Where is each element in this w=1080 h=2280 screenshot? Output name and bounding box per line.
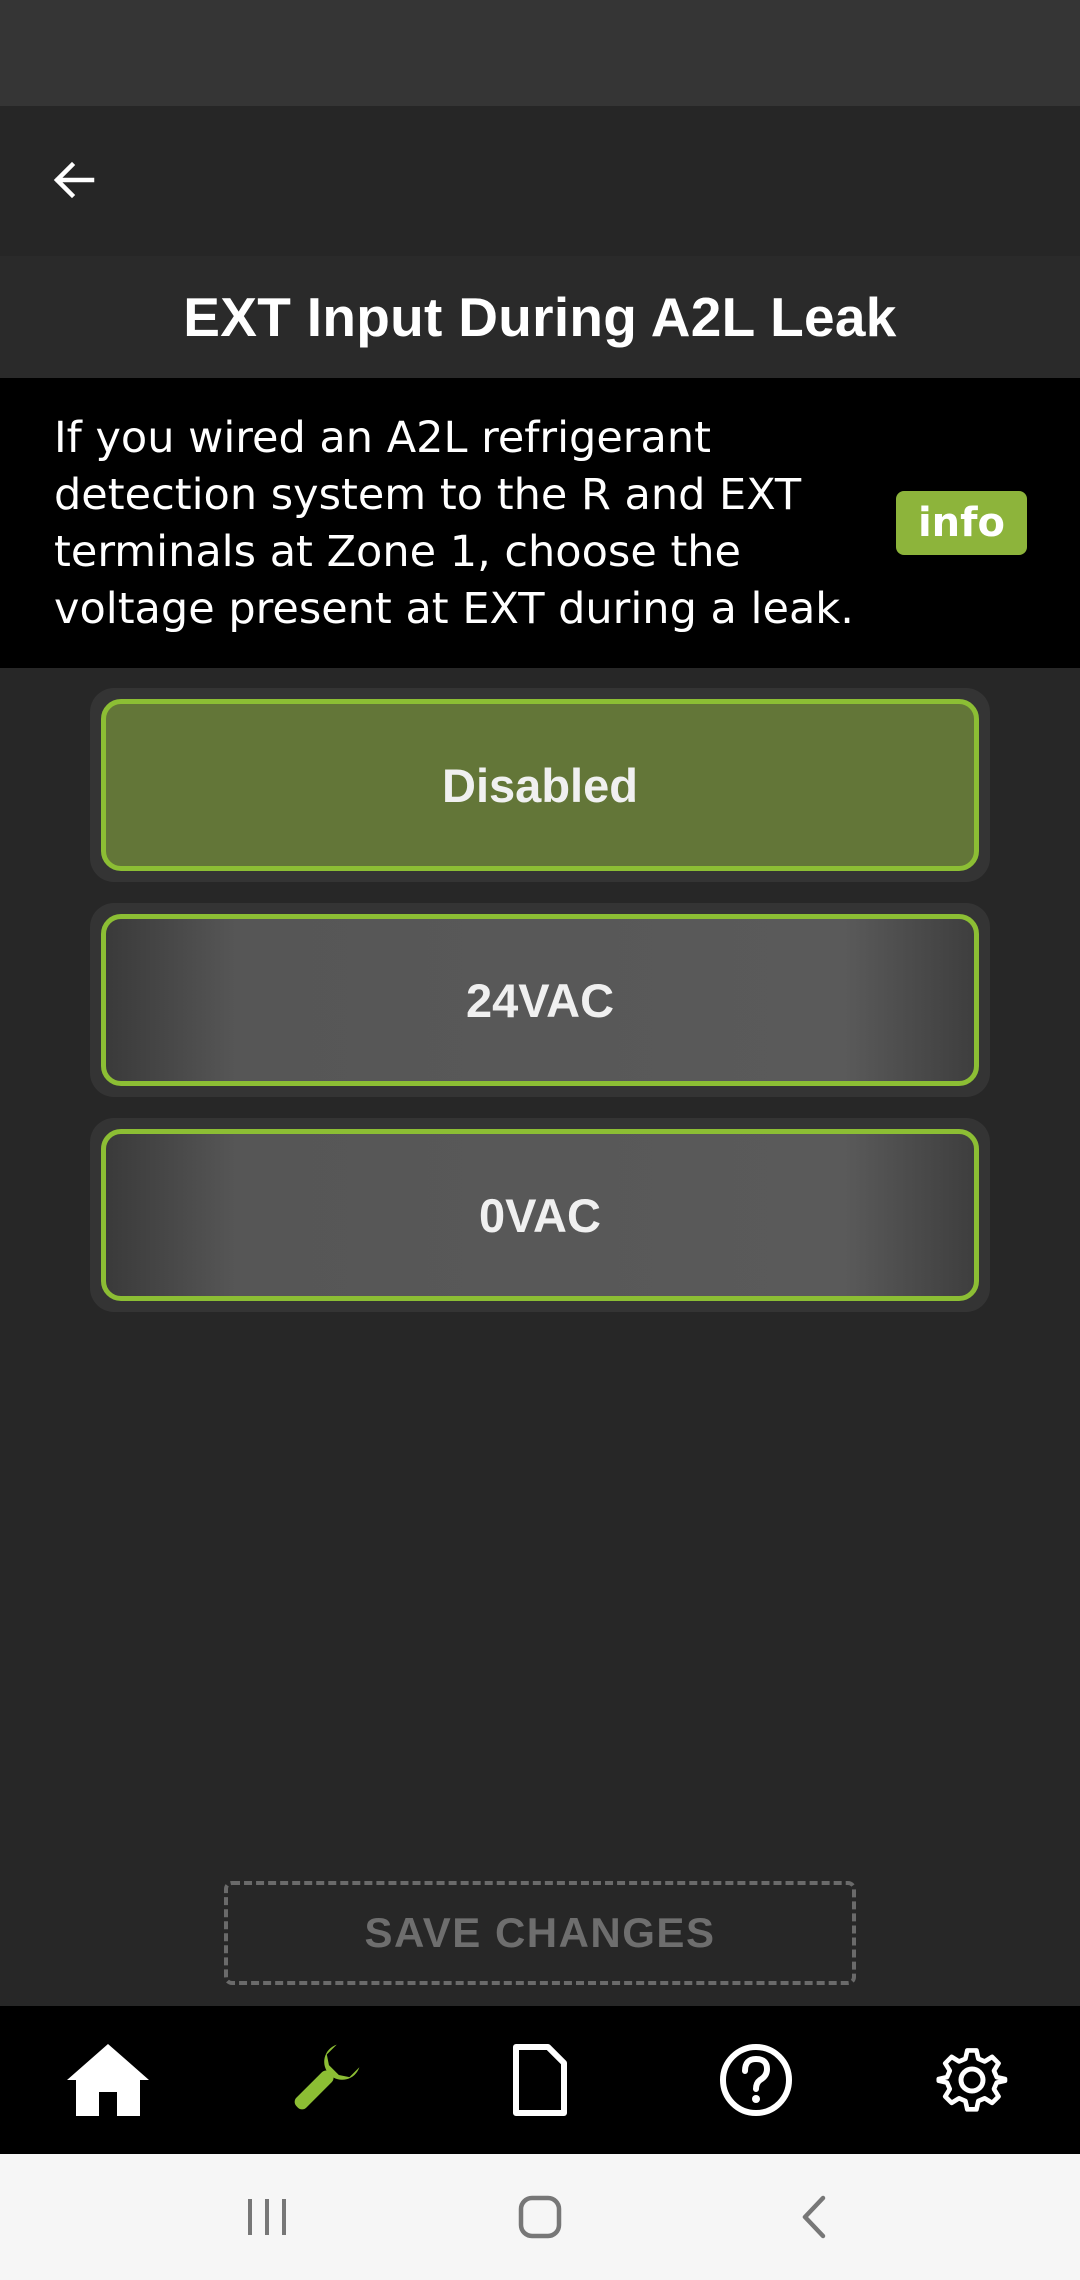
nav-documents[interactable] [465,2006,615,2154]
home-circle-icon [518,2195,562,2239]
description-line: voltage present at EXT during a leak. [54,584,854,634]
system-home-button[interactable] [480,2167,600,2267]
bottom-nav [0,2006,1080,2154]
nav-settings[interactable] [897,2006,1047,2154]
status-bar [0,0,1080,106]
save-changes-button[interactable]: SAVE CHANGES [224,1881,856,1985]
nav-help[interactable] [681,2006,831,2154]
recents-icon [247,2199,286,2235]
description-text: If you wired an A2L refrigerant detectio… [54,410,874,638]
option-24vac-button[interactable]: 24VAC [101,914,979,1086]
description-line: detection system to the R and EXT [54,470,802,520]
home-icon [67,2044,149,2116]
description-line: terminals at Zone 1, choose the [54,527,742,577]
nav-tools[interactable] [249,2006,399,2154]
page-title: EXT Input During A2L Leak [183,286,897,348]
arrow-left-icon [53,161,95,199]
back-chevron-icon [803,2195,826,2239]
option-disabled-button[interactable]: Disabled [101,699,979,871]
back-button[interactable] [36,142,112,218]
info-button[interactable]: info [896,491,1027,555]
system-recents-button[interactable] [207,2167,327,2267]
help-icon [720,2044,792,2116]
nav-home[interactable] [33,2006,183,2154]
option-disabled-wrapper: Disabled [90,688,990,882]
description-line: If you wired an A2L refrigerant [54,413,711,463]
document-icon [513,2044,567,2116]
option-24vac-wrapper: 24VAC [90,903,990,1097]
wrench-icon [294,2044,360,2110]
title-bar: EXT Input During A2L Leak [0,256,1080,378]
option-0vac-wrapper: 0VAC [90,1118,990,1312]
system-back-button[interactable] [753,2167,873,2267]
gear-icon [936,2048,1008,2112]
system-nav-bar [0,2154,1080,2280]
description-panel: If you wired an A2L refrigerant detectio… [0,378,1080,668]
app-bar [0,106,1080,256]
option-0vac-button[interactable]: 0VAC [101,1129,979,1301]
